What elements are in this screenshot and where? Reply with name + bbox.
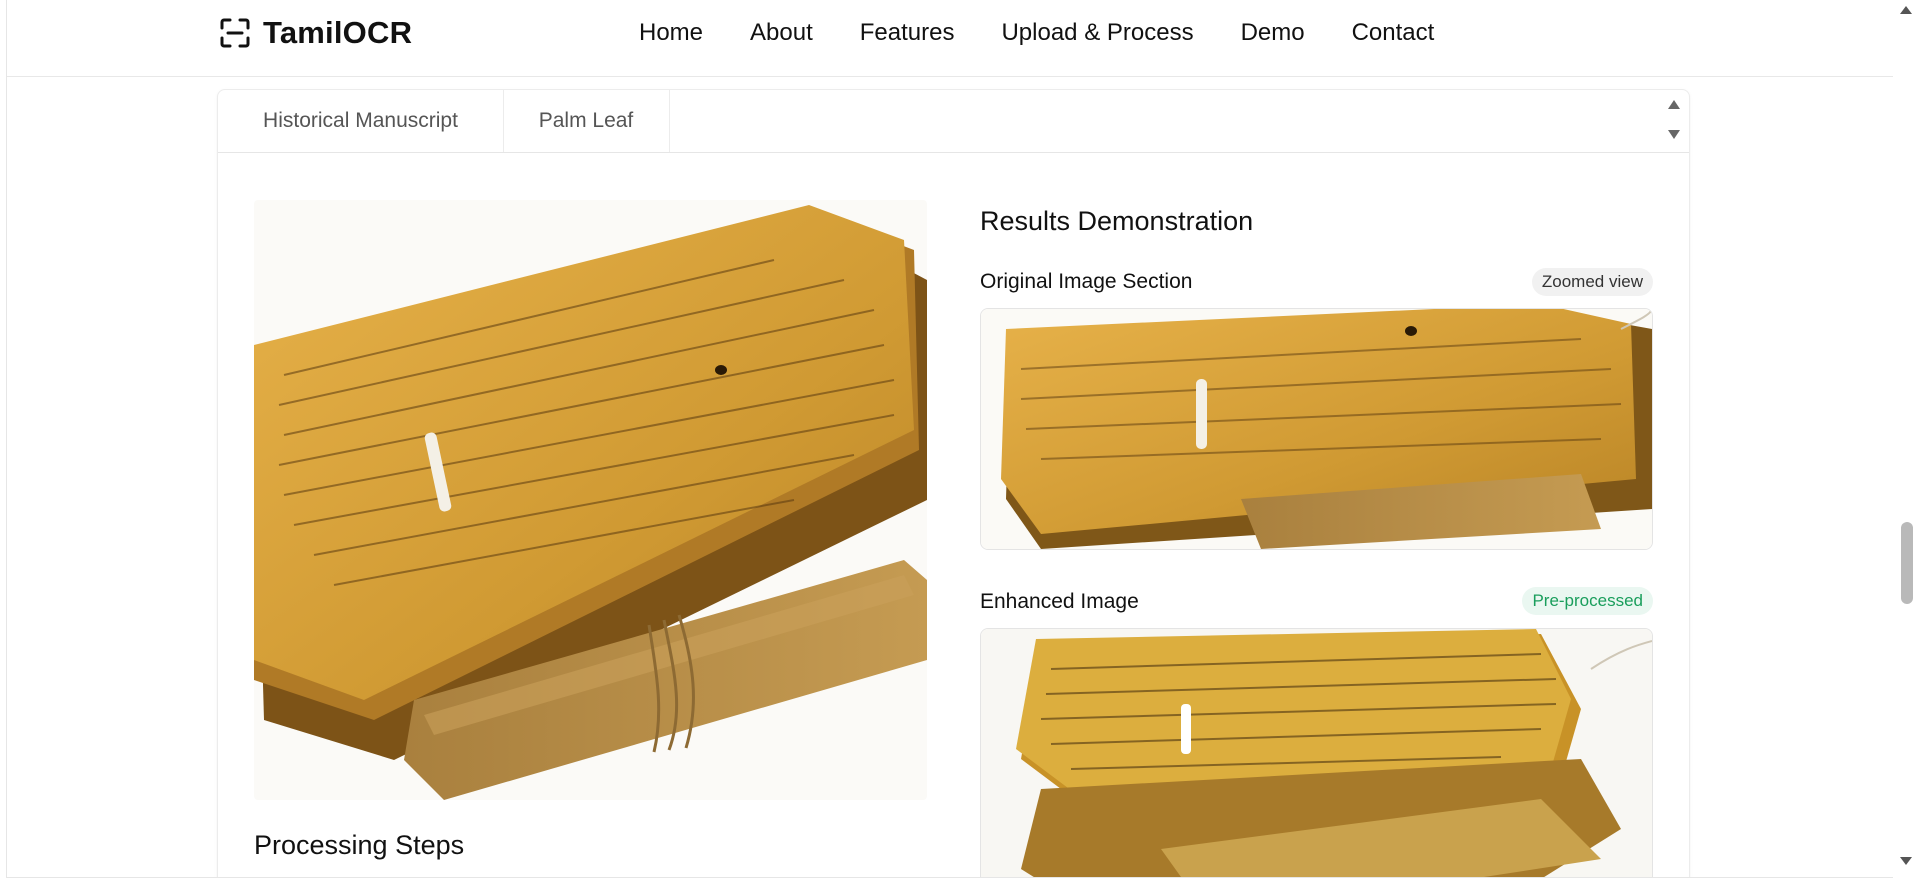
enhanced-image-section	[980, 628, 1653, 877]
brand-name: TamilOCR	[263, 15, 413, 50]
scroll-down-icon[interactable]	[1668, 130, 1680, 139]
tab-palm-leaf[interactable]: Palm Leaf	[503, 90, 670, 152]
sample-tabs: Historical Manuscript Palm Leaf	[218, 90, 1689, 153]
processing-steps-title: Processing Steps	[254, 830, 465, 860]
page: TamilOCR Home About Features Upload & Pr…	[6, 0, 1894, 878]
enhanced-image-label: Enhanced Image	[980, 590, 1139, 613]
nav-about[interactable]: About	[750, 16, 813, 50]
scrollbar-thumb[interactable]	[1901, 522, 1913, 604]
enhanced-leaf-image	[981, 629, 1652, 877]
logo[interactable]: TamilOCR	[219, 14, 412, 52]
page-scrollbar[interactable]	[1893, 0, 1919, 883]
original-image-section	[980, 308, 1653, 550]
scrollbar-down-icon[interactable]	[1900, 857, 1912, 865]
nav-demo[interactable]: Demo	[1241, 16, 1305, 50]
pre-processed-badge: Pre-processed	[1522, 587, 1653, 615]
tab-historical-manuscript[interactable]: Historical Manuscript	[218, 90, 504, 152]
scrollbar-up-icon[interactable]	[1900, 6, 1912, 14]
nav-upload-process[interactable]: Upload & Process	[1001, 16, 1193, 50]
nav-contact[interactable]: Contact	[1352, 16, 1435, 50]
palm-leaf-main-image	[254, 200, 927, 800]
scroll-up-icon[interactable]	[1668, 100, 1680, 109]
results-title: Results Demonstration	[980, 206, 1254, 236]
demo-card: Historical Manuscript Palm Leaf Processi…	[217, 89, 1690, 877]
site-header: TamilOCR Home About Features Upload & Pr…	[7, 0, 1893, 77]
tab-scroll-control	[1665, 96, 1683, 146]
nav-features[interactable]: Features	[860, 16, 955, 50]
scan-frame-icon	[220, 18, 250, 48]
nav-home[interactable]: Home	[639, 16, 703, 50]
palm-leaf-image	[254, 200, 927, 800]
main-nav: Home About Features Upload & Process Dem…	[639, 16, 1434, 50]
zoomed-view-badge: Zoomed view	[1531, 268, 1653, 296]
original-leaf-image	[981, 309, 1652, 549]
original-image-label: Original Image Section	[980, 270, 1193, 293]
